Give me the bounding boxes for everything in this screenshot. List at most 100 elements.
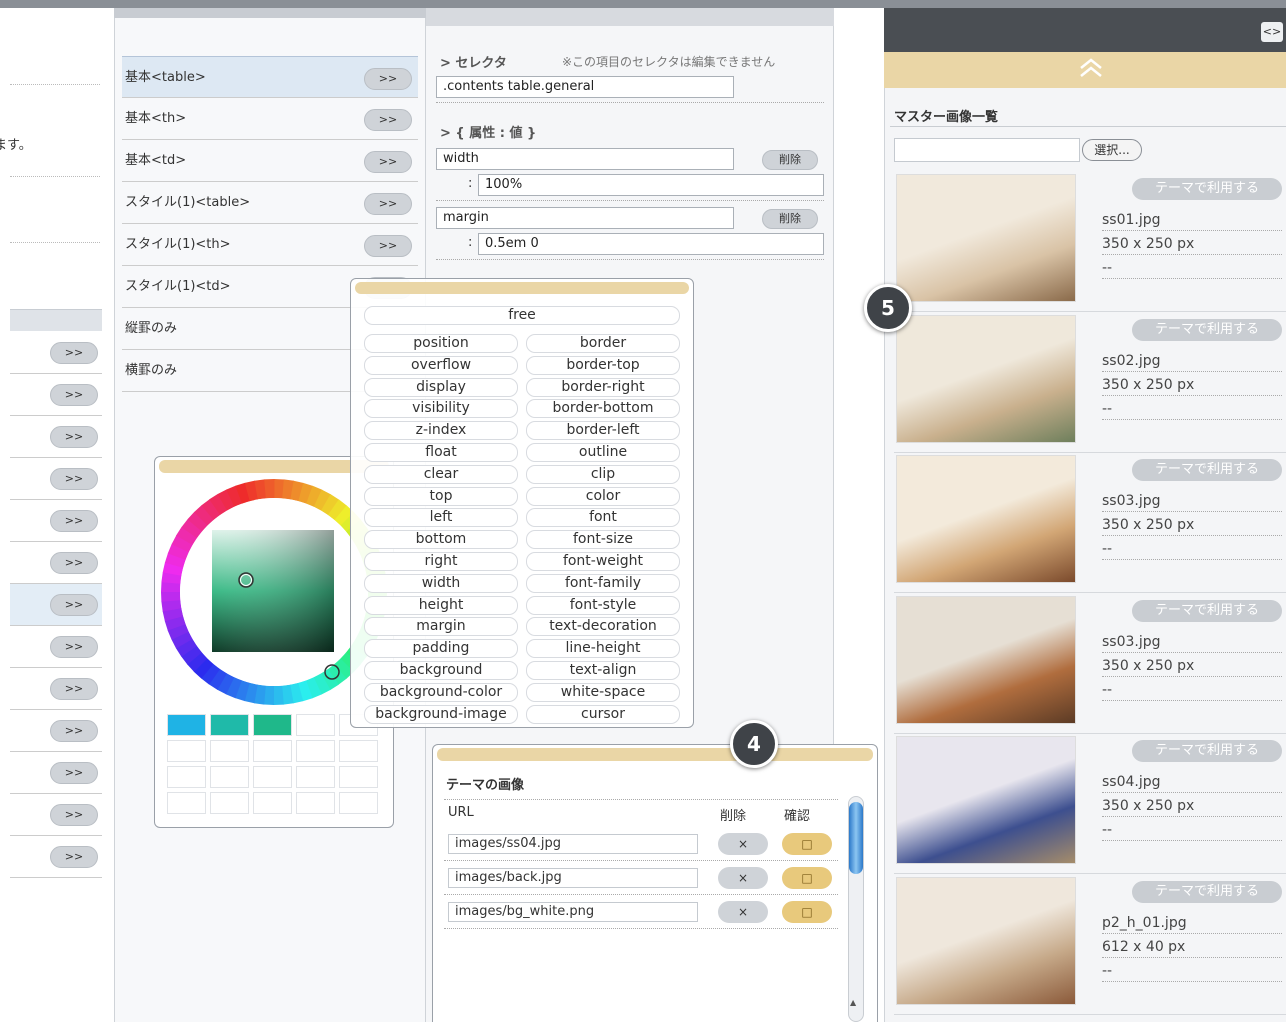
expand-button[interactable]: >>	[50, 594, 98, 616]
image-search-input[interactable]	[894, 138, 1080, 162]
property-option[interactable]: clip	[526, 464, 680, 484]
expand-button[interactable]: >>	[50, 426, 98, 448]
property-option[interactable]: font-weight	[526, 552, 680, 571]
property-option[interactable]: right	[364, 552, 518, 571]
expand-button[interactable]: >>	[50, 846, 98, 868]
color-swatch[interactable]	[253, 766, 292, 788]
color-swatch[interactable]	[167, 792, 206, 814]
property-option[interactable]: background-image	[364, 704, 518, 724]
expand-button[interactable]: >>	[50, 762, 98, 784]
color-swatch[interactable]	[339, 740, 378, 762]
property-option[interactable]: background-color	[364, 682, 518, 702]
color-swatch[interactable]	[253, 792, 292, 814]
color-swatch[interactable]	[339, 792, 378, 814]
property-option[interactable]: border-bottom	[526, 399, 680, 419]
image-thumbnail[interactable]	[896, 736, 1076, 865]
expand-button[interactable]: >>	[50, 342, 98, 364]
property-option[interactable]: z-index	[364, 421, 518, 441]
property-option[interactable]: color	[526, 486, 680, 506]
delete-attribute-button[interactable]: 削除	[762, 209, 818, 229]
color-swatch[interactable]	[167, 714, 206, 736]
property-option[interactable]: text-decoration	[526, 617, 680, 637]
property-free[interactable]: free	[364, 306, 680, 325]
expand-button[interactable]: >>	[50, 510, 98, 532]
hue-segment[interactable]	[273, 685, 284, 705]
property-option[interactable]: white-space	[526, 682, 680, 702]
use-in-theme-button[interactable]: テーマで利用する	[1132, 740, 1282, 763]
property-option[interactable]: left	[364, 508, 518, 528]
collapse-bar[interactable]	[884, 52, 1286, 88]
image-thumbnail[interactable]	[896, 455, 1076, 584]
image-thumbnail[interactable]	[896, 314, 1076, 443]
property-option[interactable]: font	[526, 508, 680, 528]
property-option[interactable]: cursor	[526, 704, 680, 724]
expand-button[interactable]: >>	[364, 193, 412, 215]
selector-list-item[interactable]: スタイル(1)<th> >>	[122, 224, 418, 266]
attribute-value-field[interactable]: 100%	[478, 174, 824, 196]
color-swatch[interactable]	[253, 740, 292, 762]
image-thumbnail[interactable]	[896, 877, 1076, 1005]
color-swatch[interactable]	[253, 714, 292, 736]
color-swatch[interactable]	[210, 792, 249, 814]
color-swatch[interactable]	[210, 766, 249, 788]
color-swatch[interactable]	[296, 766, 335, 788]
property-option[interactable]: border-top	[526, 355, 680, 375]
expand-button[interactable]: >>	[364, 235, 412, 257]
property-option[interactable]: position	[364, 334, 518, 353]
color-swatch[interactable]	[167, 740, 206, 762]
property-option[interactable]: top	[364, 486, 518, 506]
property-option[interactable]: padding	[364, 639, 518, 659]
color-swatch[interactable]	[296, 740, 335, 762]
property-option[interactable]: margin	[364, 617, 518, 637]
delete-image-button[interactable]: ×	[718, 867, 768, 889]
selector-list-item[interactable]: 基本<th> >>	[122, 98, 418, 140]
use-in-theme-button[interactable]: テーマで利用する	[1132, 459, 1282, 482]
attribute-name-field[interactable]: margin	[436, 207, 734, 229]
image-thumbnail[interactable]	[896, 174, 1076, 302]
theme-images-drag-bar[interactable]	[437, 748, 873, 761]
expand-button[interactable]: >>	[50, 384, 98, 406]
select-button[interactable]: 選択...	[1082, 139, 1142, 161]
color-swatch[interactable]	[296, 714, 335, 736]
property-option[interactable]: overflow	[364, 355, 518, 375]
property-option[interactable]: border-right	[526, 377, 680, 397]
use-in-theme-button[interactable]: テーマで利用する	[1132, 178, 1282, 200]
use-in-theme-button[interactable]: テーマで利用する	[1132, 318, 1282, 341]
expand-button[interactable]: >>	[364, 68, 412, 90]
panel-toggle-button[interactable]: <>	[1261, 22, 1283, 42]
confirm-image-button[interactable]: □	[782, 833, 832, 855]
property-option[interactable]: width	[364, 573, 518, 593]
image-thumbnail[interactable]	[896, 595, 1076, 724]
expand-button[interactable]: >>	[50, 678, 98, 700]
color-swatch[interactable]	[210, 714, 249, 736]
property-option[interactable]: float	[364, 443, 518, 462]
use-in-theme-button[interactable]: テーマで利用する	[1132, 881, 1282, 903]
property-option[interactable]: clear	[364, 464, 518, 484]
property-option[interactable]: visibility	[364, 399, 518, 419]
expand-button[interactable]: >>	[364, 151, 412, 173]
color-swatch[interactable]	[296, 792, 335, 814]
color-swatch[interactable]	[167, 766, 206, 788]
expand-button[interactable]: >>	[50, 636, 98, 658]
property-option[interactable]: outline	[526, 443, 680, 462]
expand-button[interactable]: >>	[50, 804, 98, 826]
hue-segment[interactable]	[161, 591, 181, 602]
delete-image-button[interactable]: ×	[718, 901, 768, 923]
color-swatch[interactable]	[339, 766, 378, 788]
attribute-name-field[interactable]: width	[436, 148, 734, 170]
expand-button[interactable]: >>	[50, 468, 98, 490]
scrollbar-thumb[interactable]	[849, 802, 863, 874]
property-option[interactable]: text-align	[526, 661, 680, 680]
selector-list-item[interactable]: 基本<td> >>	[122, 140, 418, 182]
confirm-image-button[interactable]: □	[782, 867, 832, 889]
expand-button[interactable]: >>	[50, 552, 98, 574]
property-option[interactable]: bottom	[364, 530, 518, 550]
delete-image-button[interactable]: ×	[718, 833, 768, 855]
property-option[interactable]: background	[364, 661, 518, 680]
use-in-theme-button[interactable]: テーマで利用する	[1132, 599, 1282, 622]
property-option[interactable]: display	[364, 377, 518, 397]
selector-list-item[interactable]: スタイル(1)<table> >>	[122, 182, 418, 224]
delete-attribute-button[interactable]: 削除	[762, 150, 818, 170]
scroll-up-arrow-icon[interactable]: ▲	[850, 998, 856, 1007]
confirm-image-button[interactable]: □	[782, 901, 832, 923]
